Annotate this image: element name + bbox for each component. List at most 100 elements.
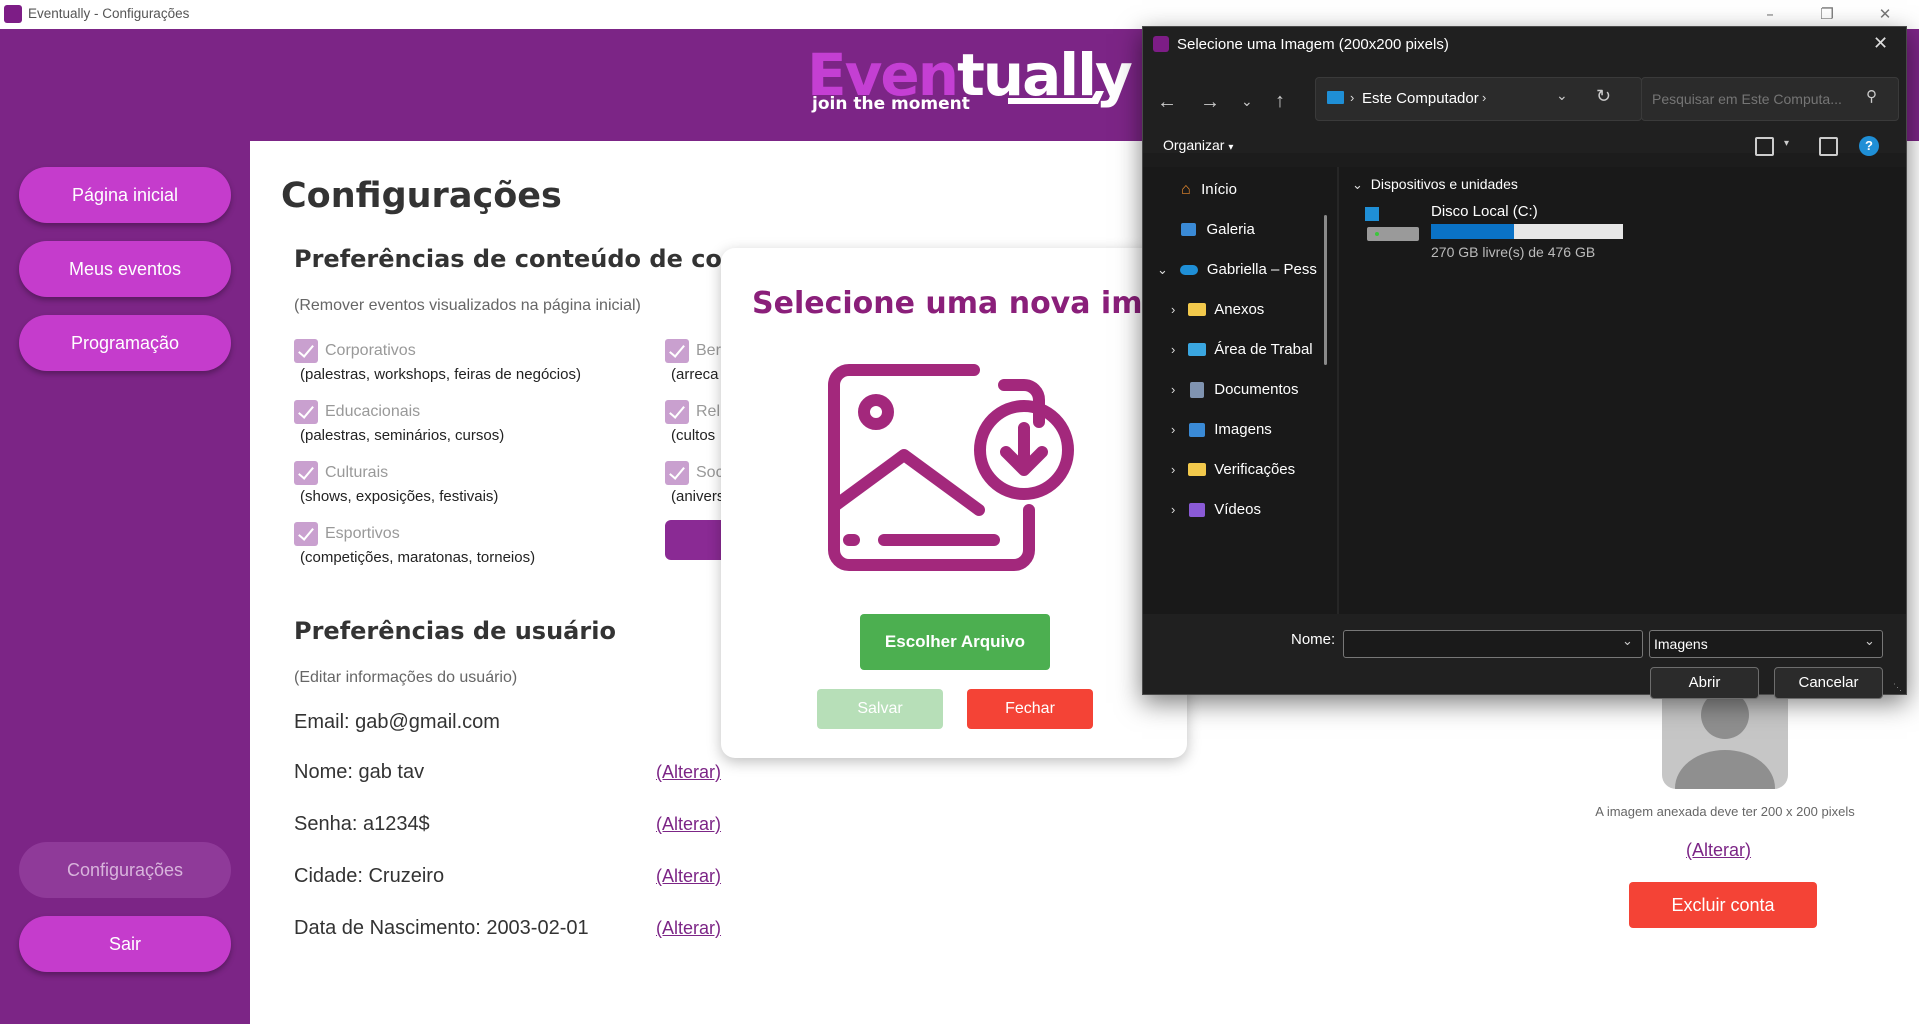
checkbox-sociais[interactable] bbox=[665, 461, 689, 485]
search-box[interactable]: ⚲ bbox=[1641, 77, 1899, 121]
checkbox-desc: (cultos bbox=[671, 427, 716, 444]
choose-file-button[interactable]: Escolher Arquivo bbox=[860, 614, 1050, 670]
checkbox-desc: (palestras, workshops, feiras de negócio… bbox=[300, 366, 581, 383]
organize-label: Organizar bbox=[1163, 137, 1225, 153]
nav-item-home[interactable]: ⌂ Início bbox=[1181, 181, 1331, 199]
checkbox-label: Esportivos bbox=[325, 525, 400, 542]
pane-divider[interactable] bbox=[1337, 167, 1339, 614]
preview-pane-icon[interactable] bbox=[1819, 137, 1838, 156]
restore-icon[interactable]: ❐ bbox=[1806, 2, 1848, 26]
computer-icon bbox=[1327, 91, 1344, 104]
up-icon[interactable]: ↑ bbox=[1275, 90, 1285, 113]
nav-label: Anexos bbox=[1214, 301, 1265, 318]
nav-item-documents[interactable]: › Documentos bbox=[1171, 381, 1331, 399]
refresh-icon[interactable]: ↻ bbox=[1596, 86, 1611, 107]
file-type-value: Imagens bbox=[1654, 636, 1708, 652]
delete-account-button[interactable]: Excluir conta bbox=[1629, 882, 1817, 928]
app-icon bbox=[4, 5, 22, 23]
checkbox-desc: (arreca bbox=[671, 366, 719, 383]
nav-item-gallery[interactable]: Galeria bbox=[1181, 221, 1331, 239]
checkbox-culturais[interactable] bbox=[294, 461, 318, 485]
checkbox-beneficentes[interactable] bbox=[665, 339, 689, 363]
back-icon[interactable]: ← bbox=[1157, 91, 1177, 114]
birthdate-value: Data de Nascimento: 2003-02-01 bbox=[294, 917, 589, 939]
nav-item-desktop[interactable]: › Área de Trabal bbox=[1171, 341, 1331, 359]
nav-label: Imagens bbox=[1214, 421, 1272, 438]
nav-item-videos[interactable]: › Vídeos bbox=[1171, 501, 1331, 519]
sidebar-item-my-events[interactable]: Meus eventos bbox=[19, 241, 231, 297]
windows-icon bbox=[1365, 207, 1379, 221]
alter-birthdate-link[interactable]: (Alterar) bbox=[656, 918, 721, 939]
nav-item-anexos[interactable]: › Anexos bbox=[1171, 301, 1331, 319]
checkbox-label: Rel bbox=[696, 403, 721, 420]
group-header[interactable]: ⌄ Dispositivos e unidades bbox=[1352, 176, 1518, 193]
caret-down-icon[interactable]: ▾ bbox=[1784, 138, 1789, 149]
checkbox-desc: (palestras, seminários, cursos) bbox=[300, 427, 505, 444]
search-icon: ⚲ bbox=[1866, 88, 1877, 105]
filename-field[interactable]: ⌄ bbox=[1343, 630, 1643, 658]
chevron-down-icon: ⌄ bbox=[1157, 262, 1168, 277]
file-type-select[interactable]: Imagens ⌄ bbox=[1649, 630, 1883, 658]
view-options-icon[interactable] bbox=[1755, 137, 1774, 156]
chevron-down-icon[interactable]: ⌄ bbox=[1622, 633, 1633, 649]
chevron-right-icon: › bbox=[1171, 422, 1176, 437]
folder-icon bbox=[1187, 303, 1206, 317]
file-dialog-titlebar: Selecione uma Imagem (200x200 pixels) ✕ bbox=[1143, 27, 1906, 63]
nav-item-onedrive[interactable]: ⌄ Gabriella – Pess bbox=[1157, 261, 1337, 279]
close-button[interactable]: Fechar bbox=[967, 689, 1093, 729]
minimize-icon[interactable]: – bbox=[1749, 2, 1791, 26]
chevron-down-icon: ⌄ bbox=[1864, 633, 1875, 648]
content-prefs-title: Preferências de conteúdo de com bbox=[294, 245, 747, 273]
chevron-right-icon: › bbox=[1171, 342, 1176, 357]
chevron-down-icon[interactable]: ⌄ bbox=[1241, 93, 1253, 110]
chevron-right-icon: › bbox=[1171, 502, 1176, 517]
save-button[interactable]: Salvar bbox=[817, 689, 943, 729]
user-prefs-hint: (Editar informações do usuário) bbox=[294, 669, 518, 686]
checkbox-desc: (anivers bbox=[671, 488, 725, 505]
address-bar[interactable]: › Este Computador › ⌄ ↻ bbox=[1315, 77, 1642, 121]
checkbox-corporativos[interactable] bbox=[294, 339, 318, 363]
checkbox-desc: (competições, maratonas, torneios) bbox=[300, 549, 536, 566]
cancel-button[interactable]: Cancelar bbox=[1774, 667, 1883, 699]
search-input[interactable] bbox=[1650, 88, 1864, 110]
nav-label: Galeria bbox=[1206, 221, 1255, 238]
drive-usage-bar bbox=[1431, 224, 1623, 239]
sidebar-item-schedule[interactable]: Programação bbox=[19, 315, 231, 371]
drive-usage-fill bbox=[1431, 224, 1514, 239]
nav-item-verificacoes[interactable]: › Verificações bbox=[1171, 461, 1331, 479]
sidebar-item-logout[interactable]: Sair bbox=[19, 916, 231, 972]
desktop-icon bbox=[1187, 343, 1206, 357]
alter-avatar-link[interactable]: (Alterar) bbox=[1686, 840, 1751, 861]
open-button[interactable]: Abrir bbox=[1650, 667, 1759, 699]
organize-menu[interactable]: Organizar ▾ bbox=[1163, 137, 1233, 153]
sidebar-item-home[interactable]: Página inicial bbox=[19, 167, 231, 223]
checkbox-label: Corporativos bbox=[325, 342, 416, 359]
pictures-icon bbox=[1188, 422, 1205, 437]
alter-name-link[interactable]: (Alterar) bbox=[656, 762, 721, 783]
checkbox-label: Ber bbox=[696, 342, 721, 359]
filename-input[interactable] bbox=[1348, 634, 1612, 654]
close-icon[interactable]: ✕ bbox=[1873, 33, 1888, 54]
forward-icon[interactable]: → bbox=[1200, 91, 1220, 114]
nav-item-pictures[interactable]: › Imagens bbox=[1171, 421, 1331, 439]
alter-city-link[interactable]: (Alterar) bbox=[656, 866, 721, 887]
alter-password-link[interactable]: (Alterar) bbox=[656, 814, 721, 835]
chevron-right-icon: › bbox=[1171, 302, 1176, 317]
close-icon[interactable]: ✕ bbox=[1864, 2, 1906, 26]
drive-space: 270 GB livre(s) de 476 GB bbox=[1431, 244, 1596, 260]
checkbox-esportivos[interactable] bbox=[294, 522, 318, 546]
modal-title: Selecione uma nova imagem bbox=[752, 286, 1187, 321]
checkbox-religiosos[interactable] bbox=[665, 400, 689, 424]
checkbox-educacionais[interactable] bbox=[294, 400, 318, 424]
nav-label: Área de Trabal bbox=[1214, 341, 1313, 358]
home-icon: ⌂ bbox=[1181, 181, 1191, 198]
help-icon[interactable]: ? bbox=[1859, 136, 1879, 156]
sidebar-item-settings[interactable]: Configurações bbox=[19, 842, 231, 898]
checkbox-label: Soc bbox=[696, 464, 724, 481]
drive-item-c[interactable]: Disco Local (C:) 270 GB livre(s) de 476 … bbox=[1365, 203, 1685, 263]
user-prefs-title: Preferências de usuário bbox=[294, 617, 616, 645]
chevron-down-icon[interactable]: ⌄ bbox=[1556, 87, 1568, 104]
logo-swoosh bbox=[1008, 91, 1104, 104]
address-text: Este Computador bbox=[1362, 90, 1479, 107]
resize-grip-icon[interactable]: ⋱ bbox=[1893, 682, 1902, 693]
